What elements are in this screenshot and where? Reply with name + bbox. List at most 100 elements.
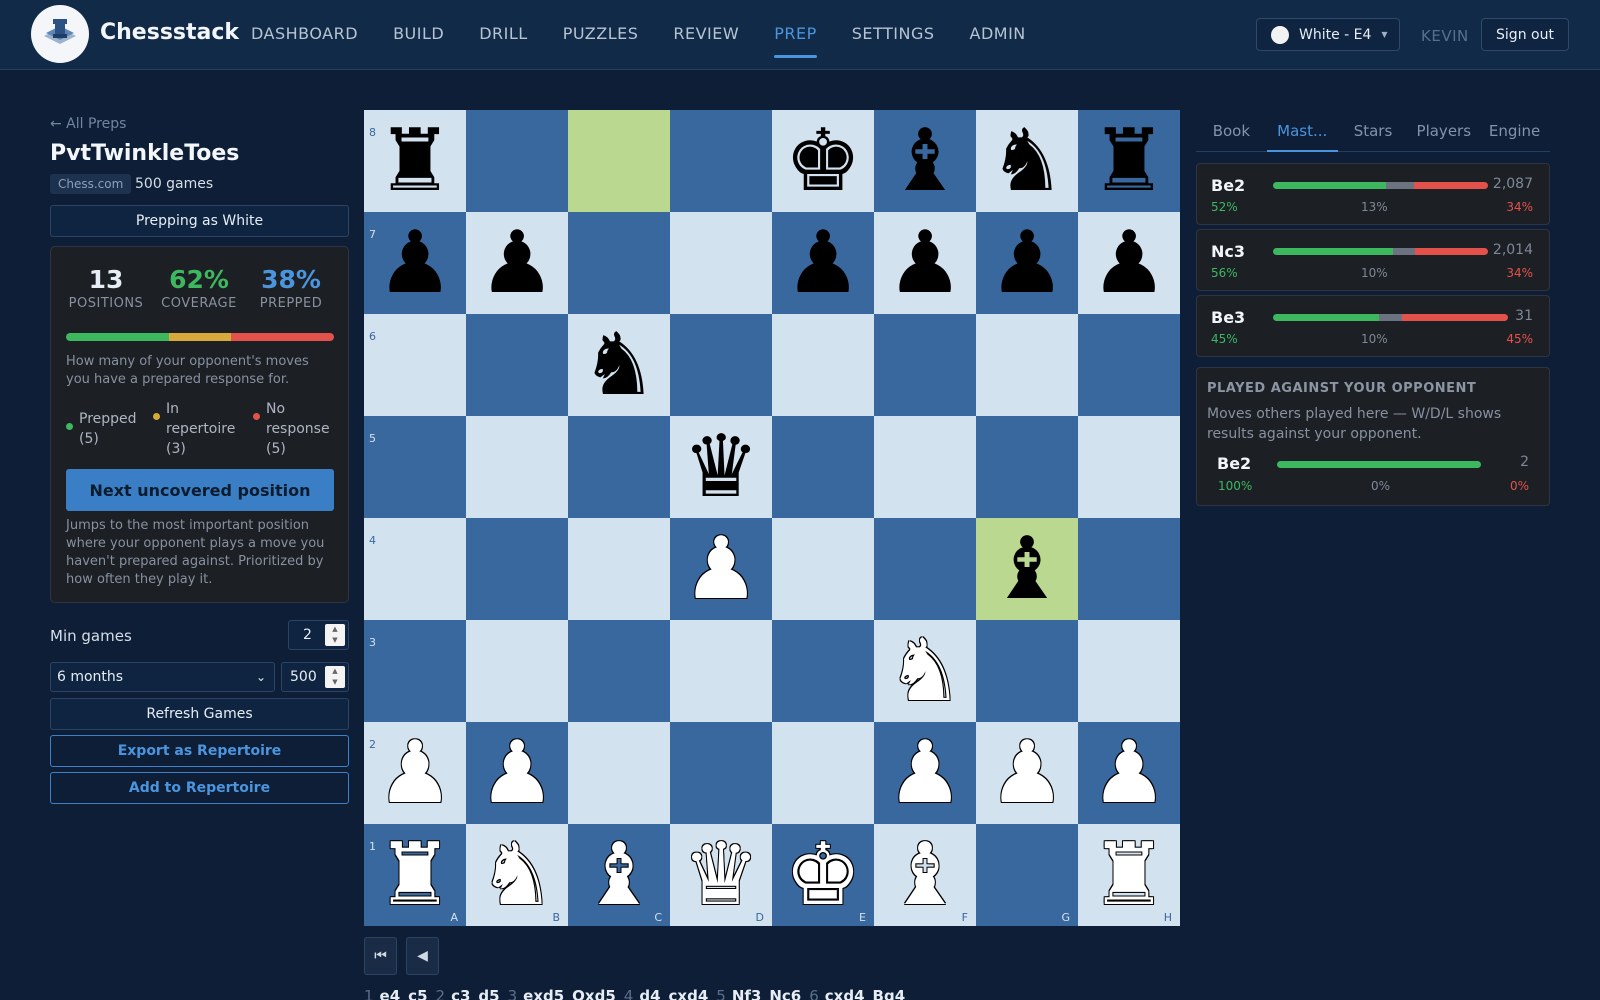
white-pawn-icon[interactable]: ♟ [376,730,453,816]
white-bishop-icon[interactable]: ♝ [580,832,657,918]
square-e5[interactable] [772,416,874,518]
square-f4[interactable] [874,518,976,620]
move-black[interactable]: Nc6 [769,987,801,1000]
square-g4[interactable]: ♝ [976,518,1078,620]
white-pawn-icon[interactable]: ♟ [478,730,555,816]
square-h2[interactable]: ♟ [1078,722,1180,824]
sign-out-button[interactable]: Sign out [1481,18,1569,51]
square-b6[interactable] [466,314,568,416]
square-f7[interactable]: ♟ [874,212,976,314]
square-h5[interactable] [1078,416,1180,518]
nav-review[interactable]: REVIEW [673,24,739,58]
black-pawn-icon[interactable]: ♟ [478,220,555,306]
opponent-move[interactable]: Be2 [1217,454,1251,473]
square-f3[interactable]: ♞ [874,620,976,722]
logo[interactable] [31,5,89,63]
tab-stars[interactable]: Stars [1338,112,1409,151]
nav-admin[interactable]: ADMIN [970,24,1026,58]
move-white[interactable]: c3 [451,987,470,1000]
square-h3[interactable] [1078,620,1180,722]
white-pawn-icon[interactable]: ♟ [988,730,1065,816]
square-g7[interactable]: ♟ [976,212,1078,314]
square-d7[interactable] [670,212,772,314]
square-b3[interactable] [466,620,568,722]
tab-masters[interactable]: Mast... [1266,112,1338,152]
black-pawn-icon[interactable]: ♟ [1090,220,1167,306]
move-black[interactable]: Qxd5 [572,987,616,1000]
tab-players[interactable]: Players [1408,112,1479,151]
first-move-button[interactable]: ⏮ [364,937,397,975]
square-d6[interactable] [670,314,772,416]
black-rook-icon[interactable]: ♜ [376,118,453,204]
square-g6[interactable] [976,314,1078,416]
square-g2[interactable]: ♟ [976,722,1078,824]
black-pawn-icon[interactable]: ♟ [988,220,1065,306]
square-a8[interactable]: 8 ♜ [364,110,466,212]
white-king-icon[interactable]: ♚ [784,832,861,918]
nav-build[interactable]: BUILD [393,24,444,58]
square-f1[interactable]: F ♝ [874,824,976,926]
white-knight-icon[interactable]: ♞ [886,628,963,714]
black-knight-icon[interactable]: ♞ [988,118,1065,204]
square-b5[interactable] [466,416,568,518]
square-d1[interactable]: D ♛ [670,824,772,926]
white-bishop-icon[interactable]: ♝ [886,832,963,918]
export-as-repertoire-button[interactable]: Export as Repertoire [50,735,349,767]
tab-engine[interactable]: Engine [1479,112,1550,151]
square-c3[interactable] [568,620,670,722]
white-pawn-icon[interactable]: ♟ [886,730,963,816]
nav-settings[interactable]: SETTINGS [852,24,935,58]
white-pawn-icon[interactable]: ♟ [1090,730,1167,816]
square-a6[interactable]: 6 [364,314,466,416]
square-c8[interactable] [568,110,670,212]
square-c7[interactable] [568,212,670,314]
square-b4[interactable] [466,518,568,620]
square-f2[interactable]: ♟ [874,722,976,824]
square-c2[interactable] [568,722,670,824]
square-d5[interactable]: ♛ [670,416,772,518]
nav-prep[interactable]: PREP [774,24,817,58]
square-e6[interactable] [772,314,874,416]
square-h1[interactable]: H ♜ [1078,824,1180,926]
max-games-input[interactable]: 500 ▲ ▼ [281,662,349,692]
square-f6[interactable] [874,314,976,416]
stepper-icon[interactable]: ▲ ▼ [325,624,345,646]
white-rook-icon[interactable]: ♜ [376,832,453,918]
prepping-as-button[interactable]: Prepping as White [50,205,349,237]
square-b1[interactable]: B ♞ [466,824,568,926]
square-b8[interactable] [466,110,568,212]
square-e1[interactable]: E ♚ [772,824,874,926]
square-a1[interactable]: 1 A ♜ [364,824,466,926]
square-e4[interactable] [772,518,874,620]
square-e2[interactable] [772,722,874,824]
square-g3[interactable] [976,620,1078,722]
square-e8[interactable]: ♚ [772,110,874,212]
move-white[interactable]: cxd4 [825,987,865,1000]
square-d8[interactable] [670,110,772,212]
square-h7[interactable]: ♟ [1078,212,1180,314]
square-d3[interactable] [670,620,772,722]
black-pawn-icon[interactable]: ♟ [784,220,861,306]
repertoire-select[interactable]: White - E4 ▼ [1256,18,1400,51]
black-pawn-icon[interactable]: ♟ [886,220,963,306]
square-a3[interactable]: 3 [364,620,466,722]
square-b2[interactable]: ♟ [466,722,568,824]
square-g5[interactable] [976,416,1078,518]
white-rook-icon[interactable]: ♜ [1090,832,1167,918]
tab-book[interactable]: Book [1196,112,1267,151]
all-preps-link[interactable]: ← All Preps [50,116,126,132]
square-d2[interactable] [670,722,772,824]
add-to-repertoire-button[interactable]: Add to Repertoire [50,772,349,804]
brand-name[interactable]: Chessstack [100,20,239,45]
nav-dashboard[interactable]: DASHBOARD [251,24,358,58]
black-rook-icon[interactable]: ♜ [1090,118,1167,204]
square-g1[interactable]: G [976,824,1078,926]
square-e7[interactable]: ♟ [772,212,874,314]
move-black[interactable]: d5 [478,987,499,1000]
next-uncovered-position-button[interactable]: Next uncovered position [66,469,334,511]
square-c6[interactable]: ♞ [568,314,670,416]
move-white[interactable]: exd5 [523,987,564,1000]
square-a7[interactable]: 7 ♟ [364,212,466,314]
square-a5[interactable]: 5 [364,416,466,518]
stepper-icon[interactable]: ▲ ▼ [325,666,345,688]
